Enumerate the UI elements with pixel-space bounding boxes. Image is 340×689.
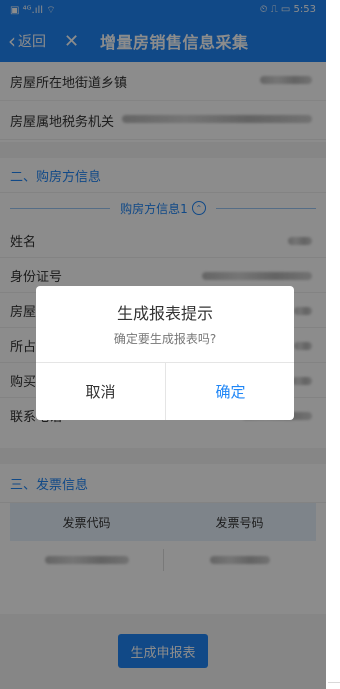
- cancel-button[interactable]: 取消: [36, 363, 165, 420]
- app-screen: ▣ ⁴ᴳ.ıll ⌔ ⏲ ⎍ ▭ 5:53 ‹ 返回 ✕ 增量房销售信息采集 房…: [0, 0, 326, 689]
- dialog-message: 确定要生成报表吗?: [113, 332, 217, 346]
- divider-line: [328, 682, 340, 683]
- confirm-button[interactable]: 确定: [166, 363, 294, 420]
- right-margin: [326, 0, 340, 689]
- confirm-dialog: 生成报表提示 确定要生成报表吗? 取消 确定: [36, 286, 294, 420]
- dialog-title: 生成报表提示: [116, 304, 213, 323]
